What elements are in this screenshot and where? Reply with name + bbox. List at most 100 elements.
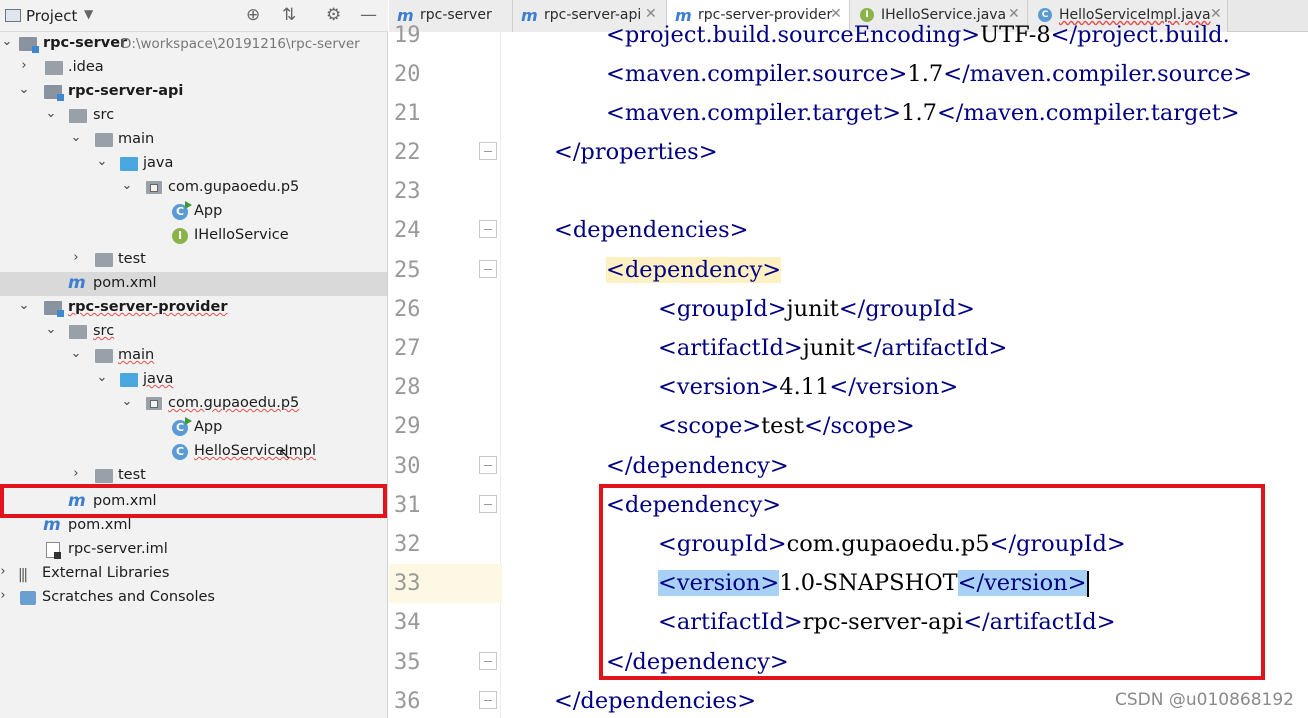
locate-icon[interactable]: ⊕ [246, 5, 260, 25]
fold-icon[interactable] [479, 691, 497, 709]
chevron-down-icon[interactable]: ⌄ [17, 298, 31, 313]
tree-item-rpc-server[interactable]: ⌄ rpc-server D:\workspace\20191216\rpc-s… [0, 32, 387, 56]
watermark: CSDN @u010868192 [1115, 690, 1294, 710]
maven-icon: m [43, 515, 61, 535]
xml-tag: </groupId> [838, 296, 975, 322]
code-line: <maven.compiler.source>1.7</maven.compil… [606, 55, 1252, 94]
tree-item-label: App [194, 203, 223, 219]
chevron-down-icon[interactable]: ⌄ [95, 154, 109, 169]
tree-item-rpc-server-api[interactable]: ⌄ rpc-server-api [0, 80, 387, 104]
folder-icon [95, 253, 113, 267]
folder-icon [95, 133, 113, 147]
xml-tag: <groupId> [658, 296, 787, 322]
code-line: <dependencies> [554, 211, 749, 250]
module-path: D:\workspace\20191216\rpc-server [121, 36, 360, 52]
tree-item-label: rpc-server [43, 35, 128, 51]
class-icon: C [172, 417, 192, 436]
folder-icon [95, 349, 113, 363]
scratches-icon [20, 591, 36, 605]
tree-item-app[interactable]: C App [0, 200, 387, 224]
minimize-icon[interactable]: — [360, 5, 377, 25]
tree-item-pom-api[interactable]: m pom.xml [0, 272, 387, 296]
code-line: <groupId>junit</groupId> [658, 290, 975, 329]
tree-item-external-libraries[interactable]: › ||| External Libraries [0, 562, 387, 586]
tree-item-rpc-server-provider[interactable]: ⌄ rpc-server-provider [0, 296, 387, 320]
folder-icon [95, 469, 113, 483]
tree-item-label: src [93, 323, 115, 339]
tree-item-label: IHelloService [194, 227, 289, 243]
module-folder-icon [44, 85, 64, 101]
chevron-down-icon[interactable]: ⌄ [95, 370, 109, 385]
tree-item-src[interactable]: ⌄ src [0, 104, 387, 128]
line-number: 35 [394, 650, 421, 675]
tree-item-label: test [118, 251, 146, 267]
package-icon [146, 397, 162, 410]
chevron-right-icon[interactable]: › [17, 58, 31, 73]
tree-item-ihelloservice[interactable]: I IHelloService [0, 224, 387, 248]
chevron-down-icon[interactable]: ⌄ [69, 346, 83, 361]
fold-icon[interactable] [479, 456, 497, 474]
line-number: 34 [394, 610, 421, 635]
chevron-down-icon[interactable]: ⌄ [0, 34, 14, 49]
tree-item-package[interactable]: ⌄ com.gupaoedu.p5 [0, 392, 387, 416]
code-line: <project.build.sourceEncoding>UTF-8</pro… [606, 16, 1230, 55]
tree-item-scratches[interactable]: › Scratches and Consoles [0, 586, 387, 610]
tree-item-label: rpc-server-provider [68, 299, 228, 315]
folder-icon [69, 325, 87, 339]
chevron-down-icon[interactable]: ▼ [84, 7, 93, 21]
tree-item-java[interactable]: ⌄ java [0, 368, 387, 392]
tree-item-package[interactable]: ⌄ com.gupaoedu.p5 [0, 176, 387, 200]
chevron-down-icon[interactable]: ⌄ [120, 394, 134, 409]
chevron-right-icon[interactable]: › [0, 564, 10, 579]
line-number: 25 [394, 258, 421, 283]
xml-tag: </dependency> [606, 453, 789, 479]
fold-icon[interactable] [479, 220, 497, 238]
tree-item-main[interactable]: ⌄ main [0, 128, 387, 152]
tree-item-app[interactable]: C App [0, 416, 387, 440]
line-number: 30 [394, 454, 421, 479]
xml-tag: <artifactId> [658, 335, 803, 361]
tree-item-label: java [143, 371, 174, 387]
code-line: </dependencies> [554, 682, 756, 718]
tree-item-java[interactable]: ⌄ java [0, 152, 387, 176]
chevron-right-icon[interactable]: › [69, 250, 83, 265]
line-number: 22 [394, 140, 421, 165]
chevron-down-icon[interactable]: ⌄ [44, 322, 58, 337]
tree-item-src[interactable]: ⌄ src [0, 320, 387, 344]
module-folder-icon [19, 37, 39, 53]
project-view-selector[interactable]: Project [26, 7, 77, 25]
chevron-down-icon[interactable]: ⌄ [44, 106, 58, 121]
chevron-right-icon[interactable]: › [0, 588, 10, 603]
interface-icon: I [172, 228, 188, 244]
chevron-down-icon[interactable]: ⌄ [120, 178, 134, 193]
tree-item-iml[interactable]: rpc-server.iml [0, 538, 387, 562]
ide-window: Project ▼ ⊕ ⇅ ⚙ — ⌄ rpc-server D:\worksp… [0, 0, 1308, 718]
class-icon: C [172, 201, 192, 220]
tree-item-idea[interactable]: › .idea [0, 56, 387, 80]
fold-icon[interactable] [479, 260, 497, 278]
xml-text: 4.11 [779, 374, 830, 400]
tree-item-test[interactable]: › test [0, 248, 387, 272]
collapse-all-icon[interactable]: ⇅ [282, 5, 296, 25]
tree-item-label: .idea [68, 59, 104, 75]
highlight-box [0, 484, 387, 518]
tree-item-label: rpc-server-api [68, 83, 184, 99]
tree-item-helloserviceimpl[interactable]: C HelloServiceImpl [0, 440, 387, 464]
fold-icon[interactable] [479, 142, 497, 160]
project-icon [5, 9, 21, 22]
tree-item-label: com.gupaoedu.p5 [168, 395, 300, 411]
fold-icon[interactable] [479, 495, 497, 513]
chevron-down-icon[interactable]: ⌄ [17, 82, 31, 97]
package-icon [146, 181, 162, 194]
xml-text: test [761, 413, 805, 439]
chevron-right-icon[interactable]: › [69, 466, 83, 481]
xml-tag: <dependencies> [554, 217, 749, 243]
gear-icon[interactable]: ⚙ [326, 5, 341, 25]
chevron-down-icon[interactable]: ⌄ [69, 130, 83, 145]
line-number: 32 [394, 532, 421, 557]
xml-tag: <dependency> [606, 257, 782, 283]
fold-icon[interactable] [479, 652, 497, 670]
line-number: 36 [394, 689, 421, 714]
folder-icon [45, 61, 63, 75]
tree-item-main[interactable]: ⌄ main [0, 344, 387, 368]
